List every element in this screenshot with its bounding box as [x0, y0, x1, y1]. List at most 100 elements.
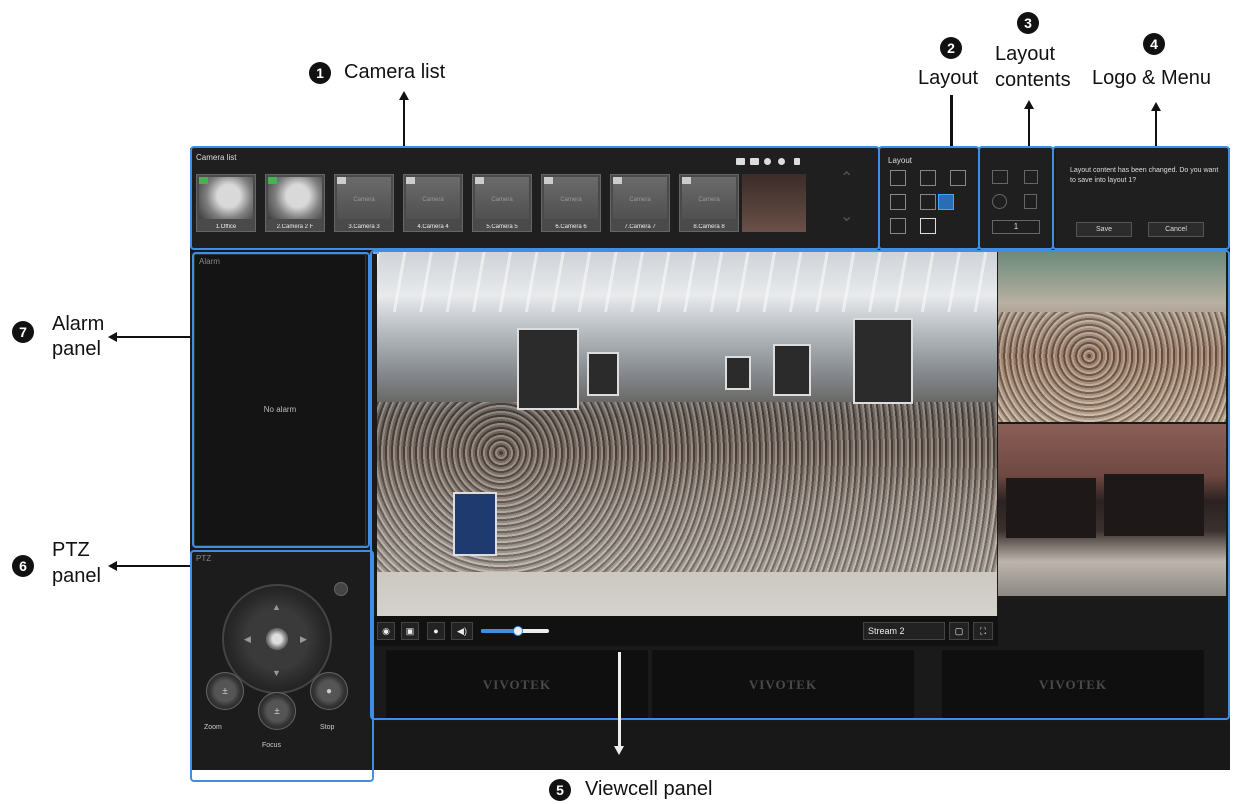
offline-status-icon [337, 177, 346, 184]
fullscreen-icon[interactable]: ⛶ [973, 622, 993, 640]
empty-viewcell[interactable]: VIVOTEK [942, 650, 1204, 720]
callout-alarm-label-line1: Alarm [52, 313, 105, 335]
camera-list-tool-icon[interactable] [750, 158, 759, 165]
callout-number-4: 4 [1143, 33, 1165, 55]
alarm-panel: Alarm No alarm [194, 254, 366, 546]
camera-placeholder-text: Camera [698, 197, 720, 203]
camera-list-tool-icon[interactable] [736, 158, 745, 165]
viewcell-control-bar: ◉ ▣ ● ◀) Stream 2 ▢ ⛶ [373, 616, 998, 646]
layout-1x1-icon[interactable] [890, 170, 906, 186]
vms-client-window: Camera list 1.Office 2.Camera 2 F Camera 3.… [190, 146, 1230, 782]
cancel-button[interactable]: Cancel [1148, 222, 1204, 237]
callout-number-5: 5 [549, 779, 571, 801]
crowd-pattern [998, 312, 1226, 422]
arrow-left-icon[interactable]: ◀ [244, 634, 251, 645]
camera-list-preview [742, 174, 806, 232]
camera-placeholder-text: Camera [491, 197, 513, 203]
roof-truss [377, 252, 997, 312]
camera-view-storefront[interactable] [998, 424, 1226, 596]
camera-thumbnail[interactable]: Camera 7.Camera 7 [610, 174, 670, 232]
camera-list-panel: Camera list 1.Office 2.Camera 2 F Camera 3.… [190, 148, 878, 248]
iris-button[interactable]: ● [310, 672, 348, 710]
camera-placeholder-text: Camera [353, 197, 375, 203]
callout-number-1: 1 [309, 62, 331, 84]
arrow-up-icon[interactable]: ▲ [272, 602, 281, 612]
camera-view-mall[interactable] [998, 252, 1226, 422]
layout-page-field[interactable]: 1 [992, 220, 1040, 234]
focus-label: Focus [262, 742, 282, 749]
layout-active-icon[interactable] [938, 194, 954, 210]
callout-ptz-label-line2: panel [52, 565, 101, 587]
camera-thumbnail[interactable]: Camera 3.Camera 3 [334, 174, 394, 232]
camera-thumbnail[interactable]: 1.Office [196, 174, 256, 232]
vivotek-logo: VIVOTEK [482, 677, 552, 692]
camera-list-tool-icon[interactable] [764, 158, 771, 165]
ptz-panel: PTZ ▲ ▼ ◀ ▶ ± ± ● Zoom Focus Stop [192, 552, 370, 770]
viewcell-marker [373, 248, 379, 254]
camera-thumbnail[interactable]: Camera 4.Camera 4 [403, 174, 463, 232]
layout-contents-panel: 1 [980, 148, 1054, 248]
focus-button[interactable]: ± [258, 692, 296, 730]
shop-window [1104, 474, 1204, 536]
main-camera-view[interactable] [377, 252, 997, 616]
empty-viewcell[interactable]: VIVOTEK [652, 650, 914, 720]
callout-number-6: 6 [12, 555, 34, 577]
callout-layout-contents-label-line2: contents [995, 69, 1071, 91]
banner-image [725, 356, 751, 390]
empty-viewcell[interactable]: VIVOTEK [386, 650, 648, 720]
stream-select[interactable]: Stream 2 [863, 622, 945, 640]
layout-split-icon[interactable] [890, 194, 906, 210]
camera-thumbnail[interactable]: 2.Camera 2 F [265, 174, 325, 232]
vivotek-logo: VIVOTEK [1038, 677, 1108, 692]
refresh-icon[interactable] [992, 194, 1007, 209]
snapshot-icon[interactable]: ◉ [377, 622, 395, 640]
camera-name: 3.Camera 3 [348, 224, 380, 230]
ptz-settings-icon[interactable] [334, 582, 348, 596]
callout-logo-menu-label: Logo & Menu [1092, 67, 1211, 89]
camera-list-tool-icon[interactable] [794, 158, 800, 165]
live-status-icon [268, 177, 277, 184]
grid-icon[interactable] [1024, 170, 1038, 184]
callout-arrow-head [614, 746, 624, 755]
layout-3x3-icon[interactable] [890, 218, 906, 234]
layout-1plus5-icon[interactable] [920, 194, 936, 210]
layout-1plus3-icon[interactable] [950, 170, 966, 186]
callout-arrow-line [618, 652, 621, 747]
swap-icon[interactable] [992, 170, 1008, 184]
callout-ptz-label-line1: PTZ [52, 539, 90, 561]
camera-thumbnail[interactable]: Camera 6.Camera 6 [541, 174, 601, 232]
camera-thumbnail[interactable]: Camera 5.Camera 5 [472, 174, 532, 232]
volume-slider-knob[interactable] [513, 626, 524, 636]
camera-name: 8.Camera 8 [693, 224, 725, 230]
stop-label: Stop [320, 724, 335, 731]
window-icon[interactable]: ▢ [949, 622, 969, 640]
save-button[interactable]: Save [1076, 222, 1132, 237]
volume-slider-track[interactable] [481, 626, 549, 636]
camera-name: 7.Camera 7 [624, 224, 656, 230]
zoom-button[interactable]: ± [206, 672, 244, 710]
layout-2x2-icon[interactable] [920, 170, 936, 186]
record-icon[interactable]: ▣ [401, 622, 419, 640]
callout-number-3: 3 [1017, 12, 1039, 34]
save-layout-message: Layout content has been changed. Do you … [1070, 167, 1219, 184]
camera-name: 5.Camera 5 [486, 224, 518, 230]
chevron-down-icon[interactable]: ⌄ [840, 206, 853, 226]
live-status-icon [199, 177, 208, 184]
banner-image [517, 328, 579, 410]
offline-status-icon [406, 177, 415, 184]
volume-icon[interactable]: ◀) [451, 622, 473, 640]
callout-alarm-label-line2: panel [52, 338, 101, 360]
arrow-right-icon[interactable]: ▶ [300, 634, 307, 645]
layout-custom-icon[interactable] [920, 218, 936, 234]
layout-title: Layout [888, 156, 913, 165]
arrow-down-icon[interactable]: ▼ [272, 668, 281, 678]
banner-image [773, 344, 811, 396]
ptz-home-button[interactable] [266, 628, 288, 650]
microphone-icon[interactable]: ● [427, 622, 445, 640]
banner-image [587, 352, 619, 396]
camera-list-tool-icon[interactable] [778, 158, 785, 165]
chevron-up-icon[interactable]: ⌃ [840, 168, 853, 188]
camera-thumbnail[interactable]: Camera 8.Camera 8 [679, 174, 739, 232]
document-icon[interactable] [1024, 194, 1037, 209]
layout-panel: Layout [880, 148, 978, 248]
